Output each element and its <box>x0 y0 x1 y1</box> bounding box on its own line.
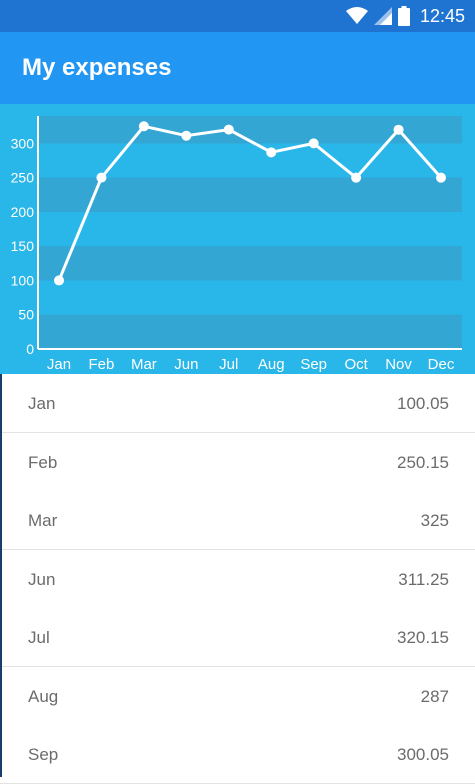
x-tick-label: Oct <box>344 356 368 373</box>
expense-month: Jan <box>28 394 56 413</box>
expense-amount: 100.05 <box>397 394 449 413</box>
x-tick-label: Feb <box>89 356 115 373</box>
x-tick-label: Sep <box>300 356 327 373</box>
list-item[interactable]: Jul 320.15 <box>0 608 475 667</box>
list-item[interactable]: Jun 311.25 <box>0 550 475 608</box>
expense-amount: 320.15 <box>397 628 449 647</box>
grid-band <box>38 314 462 349</box>
x-tick-label: Jul <box>219 356 238 373</box>
expense-amount: 250.15 <box>397 453 449 472</box>
data-point <box>223 124 234 135</box>
app-bar: My expenses <box>0 32 475 104</box>
expense-list: Jan 100.05 Feb 250.15 Mar 325 Jun 311.25 Jul 320.… <box>0 374 475 784</box>
expense-amount: 287 <box>420 687 449 706</box>
y-tick-label: 50 <box>18 307 34 323</box>
data-point <box>138 121 149 132</box>
list-item[interactable]: Feb 250.15 <box>0 433 475 491</box>
data-point <box>266 147 277 158</box>
y-tick-label: 100 <box>11 272 35 288</box>
page-title: My expenses <box>22 54 172 81</box>
x-tick-label: Dec <box>428 356 455 373</box>
data-point <box>393 124 404 135</box>
grid-band <box>38 246 462 281</box>
left-edge-divider <box>0 374 2 777</box>
x-tick-label: Mar <box>131 356 157 373</box>
expense-amount: 325 <box>420 511 449 530</box>
y-tick-label: 150 <box>11 238 35 254</box>
x-tick-label: Jun <box>174 356 198 373</box>
x-tick-label: Jan <box>47 356 71 373</box>
x-tick-label: Aug <box>258 356 285 373</box>
wifi-icon <box>345 7 368 24</box>
data-point <box>436 172 446 183</box>
data-point <box>351 172 362 183</box>
list-item[interactable]: Sep 300.05 <box>0 725 475 784</box>
y-tick-label: 250 <box>11 170 35 186</box>
data-point <box>96 172 107 183</box>
grid-band <box>38 177 462 212</box>
x-tick-label: Nov <box>385 356 412 373</box>
expense-amount: 300.05 <box>397 745 449 764</box>
expense-month: Jul <box>28 628 50 647</box>
expense-month: Jun <box>28 570 56 589</box>
data-point <box>181 130 192 141</box>
line-chart: 0 50 100 150 200 250 300 Jan Feb Mar Jun Jul Aug Sep O… <box>11 116 462 373</box>
expense-month: Mar <box>28 511 58 530</box>
list-item[interactable]: Jan 100.05 <box>0 374 475 433</box>
y-tick-label: 300 <box>11 135 35 151</box>
expense-month: Aug <box>28 687 59 706</box>
expense-month: Sep <box>28 745 59 764</box>
signal-icon <box>373 7 392 25</box>
expenses-chart: 0 50 100 150 200 250 300 Jan Feb Mar Jun Jul Aug Sep O… <box>0 104 475 374</box>
status-bar: 12:45 <box>0 0 475 32</box>
list-item[interactable]: Aug 287 <box>0 667 475 725</box>
list-item[interactable]: Mar 325 <box>0 491 475 550</box>
y-tick-label: 0 <box>26 341 34 357</box>
battery-icon <box>397 6 410 26</box>
data-point <box>308 138 319 149</box>
status-icons: 12:45 <box>345 0 465 32</box>
expense-month: Feb <box>28 453 58 472</box>
data-point <box>54 275 64 286</box>
expense-amount: 311.25 <box>398 570 449 589</box>
status-time: 12:45 <box>419 5 465 26</box>
y-tick-label: 200 <box>11 204 35 220</box>
